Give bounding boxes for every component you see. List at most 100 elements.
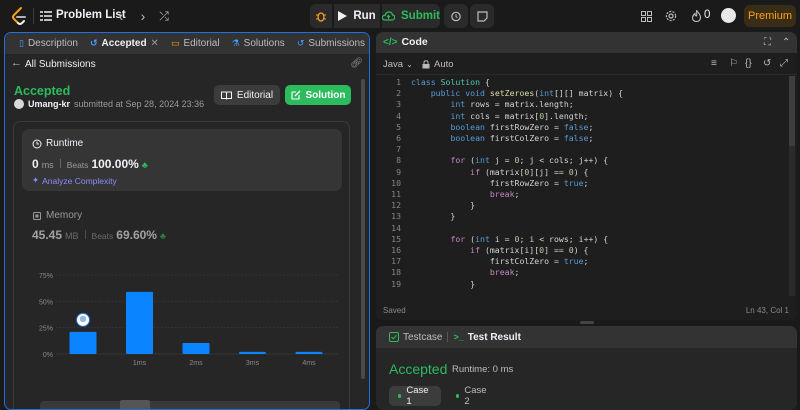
auto-mode-toggle[interactable]: Auto xyxy=(422,59,454,70)
language-label: Java xyxy=(383,59,404,70)
premium-button[interactable]: Premium xyxy=(744,5,796,27)
code-area[interactable]: 1 class Solution {2 public void setZeroes… xyxy=(376,77,797,292)
link-icon[interactable]: 🔗︎ xyxy=(350,58,363,69)
tab-description[interactable]: ▯ Description xyxy=(13,33,84,54)
submission-subheader: ← All Submissions 🔗︎ xyxy=(5,54,369,74)
bookmark-icon[interactable]: ⚐ xyxy=(729,58,738,69)
panel-resize-handle[interactable] xyxy=(580,321,594,324)
author-name[interactable]: Umang-kr xyxy=(28,99,70,109)
scrollbar-thumb[interactable] xyxy=(361,79,365,379)
x-tick-label: 1ms xyxy=(133,360,147,367)
auto-label: Auto xyxy=(434,59,454,70)
performance-card: Runtime 0 ms Beats 100.00% ♣ ✦ Analyze C… xyxy=(13,121,350,409)
solution-button-label: Solution xyxy=(305,89,346,101)
line-number: 8 xyxy=(396,155,401,166)
code-line: 12 } xyxy=(376,200,797,211)
submit-button[interactable]: Submit xyxy=(382,4,440,28)
line-number: 14 xyxy=(391,222,401,233)
tab-solutions[interactable]: ⚗ Solutions xyxy=(226,33,291,54)
code-preview-placeholder xyxy=(40,401,340,409)
runtime-distribution-chart: 75% 50% 25% 0% 1ms 2ms 3ms 4ms xyxy=(22,267,342,387)
settings-gear-icon[interactable] xyxy=(663,8,679,24)
memory-stats: 45.45 MB Beats 69.60% ♣ xyxy=(32,228,166,242)
tab-accepted[interactable]: ↺ Accepted ✕ xyxy=(84,33,165,54)
x-tick-label: 3ms xyxy=(246,360,260,367)
memory-beats-value: 69.60% xyxy=(116,228,157,242)
all-submissions-link[interactable]: All Submissions xyxy=(25,59,96,70)
leetcode-logo-icon[interactable] xyxy=(9,6,29,26)
reset-icon[interactable]: ↺ xyxy=(763,58,771,69)
tab-editorial[interactable]: ▭ Editorial xyxy=(165,33,226,54)
leaf-icon: ♣ xyxy=(141,160,148,170)
chart-bar xyxy=(295,351,323,354)
divider xyxy=(59,159,61,168)
code-text: for (int j = 0; j < cols; j++) { xyxy=(450,155,609,166)
result-runtime: Runtime: 0 ms xyxy=(452,364,514,375)
fullscreen-icon[interactable]: ⛶ xyxy=(764,37,771,48)
close-icon[interactable]: ✕ xyxy=(151,38,159,49)
debug-button[interactable] xyxy=(310,4,332,28)
pass-dot-icon xyxy=(456,394,460,398)
document-icon: ▯ xyxy=(19,38,24,48)
memory-chip-icon xyxy=(33,211,41,220)
user-avatar[interactable] xyxy=(721,8,736,23)
runtime-card[interactable]: Runtime 0 ms Beats 100.00% ♣ ✦ Analyze C… xyxy=(22,129,342,191)
note-icon xyxy=(476,10,488,22)
case-tab-1[interactable]: Case 1 xyxy=(389,385,441,407)
editorial-button[interactable]: Editorial xyxy=(214,85,280,105)
code-scrollbar-thumb[interactable] xyxy=(789,76,795,146)
expand-icon[interactable]: ⤢ xyxy=(780,58,788,69)
tab-submissions[interactable]: ↺ Submissions xyxy=(291,33,369,54)
timer-button[interactable] xyxy=(444,4,468,28)
save-status: Saved xyxy=(383,306,406,315)
flask-icon: ⚗ xyxy=(231,38,240,48)
braces-icon[interactable]: {} xyxy=(745,58,752,69)
memory-unit: MB xyxy=(65,231,79,241)
code-text: } xyxy=(411,200,476,211)
streak-count: 0 xyxy=(704,9,711,21)
list-icon[interactable] xyxy=(40,10,52,22)
tab-accepted-label: Accepted xyxy=(101,38,147,49)
chevron-right-icon[interactable]: › xyxy=(134,7,152,25)
tab-test-result[interactable]: >_ Test Result xyxy=(448,332,525,343)
run-button[interactable]: Run xyxy=(334,4,380,28)
cloud-upload-icon xyxy=(382,11,395,21)
format-align-icon[interactable]: ≡ xyxy=(711,58,717,69)
arrow-left-icon[interactable]: ← xyxy=(11,57,22,69)
user-avatar-marker xyxy=(79,315,87,323)
code-editor-panel: </> Code ⛶ ⌃ Java ⌄ Auto ≡ ⚐ {} ↺ ⤢ 1 cla… xyxy=(376,32,797,320)
code-line: 8 for (int j = 0; j < cols; j++) { xyxy=(376,155,797,166)
memory-heading[interactable]: Memory xyxy=(32,210,82,221)
runtime-beats-label: Beats xyxy=(66,160,89,170)
analyze-complexity-link[interactable]: ✦ Analyze Complexity xyxy=(32,175,117,186)
chevron-up-icon[interactable]: ⌃ xyxy=(782,37,790,48)
line-number: 4 xyxy=(396,110,401,121)
code-line: 1 class Solution { xyxy=(376,77,797,88)
chevron-left-icon[interactable]: ‹ xyxy=(112,7,130,25)
code-text: firstRowZero = true; xyxy=(411,177,589,188)
shuffle-icon[interactable]: ⤮ xyxy=(155,7,173,25)
tab-test-result-label: Test Result xyxy=(467,331,521,343)
code-line: 19 } xyxy=(376,279,797,290)
layout-grid-icon[interactable] xyxy=(638,8,654,24)
bug-icon xyxy=(316,12,326,22)
cursor-position: Ln 43, Col 1 xyxy=(745,306,789,315)
case-tab-2[interactable]: Case 2 xyxy=(447,385,499,407)
runtime-stats: 0 ms Beats 100.00% ♣ xyxy=(32,157,148,171)
run-submit-group: Run Submit xyxy=(310,4,440,28)
runtime-label: Runtime xyxy=(46,138,84,149)
notes-button[interactable] xyxy=(470,4,494,28)
code-line: 5 boolean firstRowZero = false; xyxy=(376,122,797,133)
author-avatar[interactable] xyxy=(14,99,24,109)
submission-status: Accepted xyxy=(14,84,71,98)
language-select[interactable]: Java ⌄ xyxy=(383,59,413,70)
code-line: 2 public void setZeroes(int[][] matrix) … xyxy=(376,88,797,99)
tab-testcase[interactable]: Testcase xyxy=(384,332,447,343)
code-text: boolean firstColZero = false; xyxy=(450,133,594,143)
submitted-at: submitted at Sep 28, 2024 23:36 xyxy=(74,99,205,109)
code-line: 17 firstColZero = true; xyxy=(376,256,797,267)
code-text: } xyxy=(411,211,456,222)
solution-button[interactable]: Solution xyxy=(285,85,351,105)
analyze-label: Analyze Complexity xyxy=(42,175,117,186)
streak-fire-icon[interactable] xyxy=(688,8,704,24)
